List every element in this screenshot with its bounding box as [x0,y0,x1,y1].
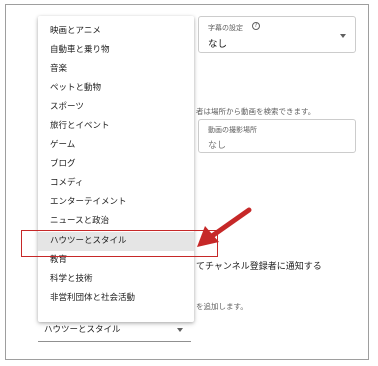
question-circle-icon[interactable]: ? [252,22,260,30]
category-option[interactable]: スポーツ [38,98,194,117]
dropdown-arrow-icon [177,328,183,332]
category-option-selected[interactable]: ハウツーとスタイル [38,232,194,251]
notify-subscribers-label: てチャンネル登録者に通知する [196,262,322,272]
category-option[interactable]: 自動車と乗り物 [38,41,194,60]
category-option[interactable]: 映画とアニメ [38,22,194,41]
recording-location-input[interactable]: 動画の撮影場所 なし [198,119,356,153]
subtitle-setting-value: なし [208,39,228,50]
add-note-text: を追加します。 [196,302,248,311]
dropdown-arrow-icon [340,34,346,38]
category-option[interactable]: 音楽 [38,60,194,79]
category-select-value: ハウツーとスタイル [44,325,121,335]
category-option[interactable]: ブログ [38,155,194,174]
category-option[interactable]: ペットと動物 [38,79,194,98]
category-dropdown-menu: 映画とアニメ 自動車と乗り物 音楽 ペットと動物 スポーツ 旅行とイベント ゲー… [38,16,194,322]
category-option[interactable]: コメディ [38,174,194,193]
subtitle-setting-select[interactable]: 字幕の設定 ? なし [198,16,356,53]
subtitle-setting-label: 字幕の設定 [208,24,243,32]
category-option[interactable]: 旅行とイベント [38,117,194,136]
search-hint-text: 者は場所から動画を検索できます。 [196,107,316,116]
category-option[interactable]: 教育 [38,251,194,270]
recording-location-placeholder: なし [208,141,227,151]
category-select[interactable]: ハウツーとスタイル [38,314,191,342]
recording-location-label: 動画の撮影場所 [208,126,257,134]
category-option[interactable]: 科学と技術 [38,270,194,289]
category-option[interactable]: ニュースと政治 [38,212,194,231]
category-option[interactable]: エンターテイメント [38,193,194,212]
category-option[interactable]: 非営利団体と社会活動 [38,289,194,308]
category-option[interactable]: ゲーム [38,136,194,155]
